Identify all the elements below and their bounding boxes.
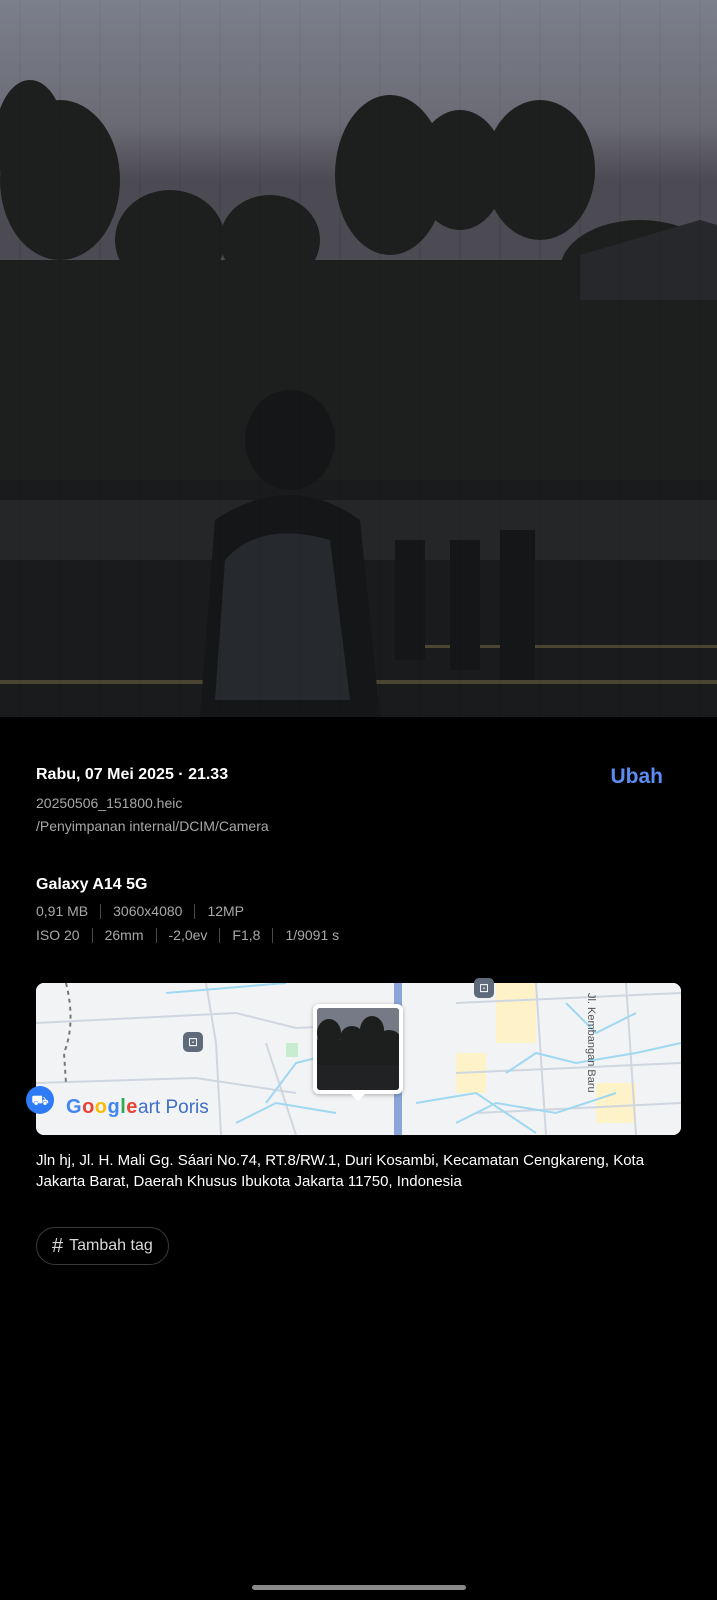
file-specs-row: 0,91 MB 3060x4080 12MP bbox=[36, 903, 681, 919]
iso: ISO 20 bbox=[36, 927, 80, 943]
resolution: 3060x4080 bbox=[113, 903, 183, 919]
photo-preview[interactable] bbox=[0, 0, 717, 717]
edit-button[interactable]: Ubah bbox=[611, 765, 664, 789]
marker-pointer bbox=[351, 1094, 365, 1101]
map-place-label: art Poris bbox=[138, 1097, 209, 1118]
map-road-label: Jl. Kembangan Baru bbox=[585, 993, 597, 1093]
megapixels: 12MP bbox=[207, 903, 245, 919]
file-name: 20250506_151800.heic bbox=[36, 795, 183, 811]
google-logo: Google bbox=[66, 1096, 138, 1118]
divider bbox=[91, 927, 93, 943]
divider bbox=[155, 927, 157, 943]
focal-length: 26mm bbox=[104, 927, 144, 943]
transit-icon: ⊡ bbox=[474, 978, 494, 998]
file-size: 0,91 MB bbox=[36, 903, 89, 919]
device-name: Galaxy A14 5G bbox=[36, 876, 148, 893]
shopping-cart-icon: ⛟ bbox=[26, 1086, 54, 1114]
add-tag-label: Tambah tag bbox=[69, 1237, 153, 1254]
map-photo-thumbnail bbox=[317, 1008, 399, 1090]
shutter-speed: 1/9091 s bbox=[285, 927, 340, 943]
divider bbox=[219, 927, 221, 943]
add-tag-button[interactable]: # Tambah tag bbox=[36, 1227, 169, 1265]
location-address: Jln hj, Jl. H. Mali Gg. Sáari No.74, RT.… bbox=[36, 1152, 645, 1190]
file-path: /Penyimpanan internal/DCIM/Camera bbox=[36, 818, 269, 834]
exposure-specs-row: ISO 20 26mm -2,0ev F1,8 1/9091 s bbox=[36, 927, 681, 943]
home-indicator[interactable] bbox=[252, 1585, 466, 1590]
transit-icon: ⊡ bbox=[183, 1032, 203, 1052]
divider bbox=[272, 927, 274, 943]
divider bbox=[100, 903, 102, 919]
aperture: F1,8 bbox=[232, 927, 261, 943]
date-time: Rabu, 07 Mei 2025 · 21.33 bbox=[36, 766, 229, 783]
divider bbox=[194, 903, 196, 919]
hashtag-icon: # bbox=[52, 1234, 64, 1257]
map-photo-marker[interactable] bbox=[313, 1004, 403, 1101]
exposure-value: -2,0ev bbox=[168, 927, 208, 943]
